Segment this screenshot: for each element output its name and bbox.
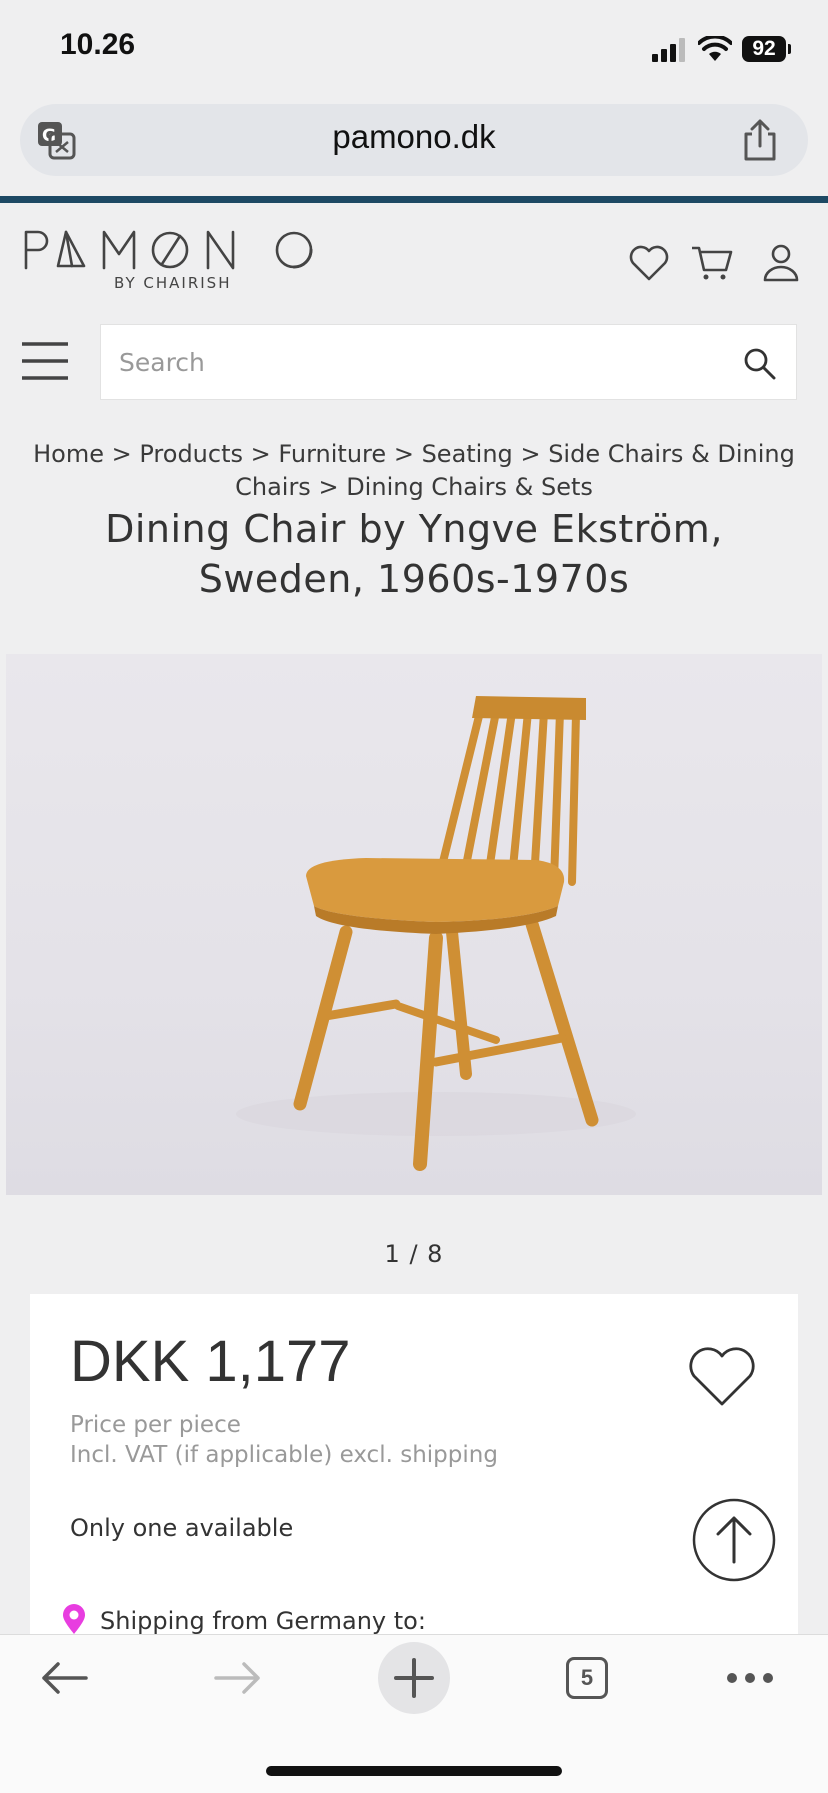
- image-counter: 1 / 8: [384, 1240, 444, 1268]
- breadcrumb-separator: >: [393, 440, 414, 468]
- wifi-icon: [698, 36, 732, 61]
- chair-image: [236, 696, 636, 1171]
- search-box[interactable]: [100, 324, 797, 400]
- breadcrumb-seating[interactable]: Seating: [422, 440, 513, 468]
- hamburger-menu-icon[interactable]: [20, 340, 70, 382]
- location-pin-icon: [63, 1604, 85, 1634]
- url-text[interactable]: pamono.dk: [0, 118, 828, 156]
- page-title: Dining Chair by Yngve Ekström, Sweden, 1…: [105, 507, 723, 601]
- breadcrumb-separator: >: [520, 440, 541, 468]
- search-icon[interactable]: [743, 347, 777, 381]
- favorite-heart-icon[interactable]: [686, 1344, 758, 1408]
- product-image[interactable]: [6, 654, 822, 1195]
- shipping-text: Shipping from Germany to:: [100, 1607, 426, 1635]
- breadcrumb-dining-chairs[interactable]: Dining Chairs & Sets: [346, 473, 593, 501]
- logo-subtitle: BY CHAIRISH: [114, 274, 232, 292]
- scroll-to-top-icon[interactable]: [692, 1498, 776, 1582]
- vat-note: Incl. VAT (if applicable) excl. shipping: [70, 1442, 498, 1468]
- price-per-piece-note: Price per piece: [70, 1412, 241, 1438]
- status-time: 10.26: [60, 28, 136, 61]
- more-options-icon[interactable]: [726, 1670, 774, 1686]
- accent-bar: [0, 196, 828, 203]
- forward-arrow-icon[interactable]: [214, 1660, 262, 1696]
- pamono-logo[interactable]: [22, 228, 318, 272]
- new-tab-icon[interactable]: [378, 1642, 450, 1714]
- cellular-signal-icon: [652, 38, 685, 62]
- breadcrumb-furniture[interactable]: Furniture: [278, 440, 386, 468]
- user-icon[interactable]: [762, 242, 800, 284]
- cart-icon[interactable]: [690, 242, 734, 282]
- breadcrumb-products[interactable]: Products: [139, 440, 243, 468]
- search-input[interactable]: [119, 325, 719, 399]
- back-arrow-icon[interactable]: [40, 1660, 88, 1696]
- breadcrumb: Home > Products > Furniture > Seating > …: [20, 438, 808, 504]
- breadcrumb-home[interactable]: Home: [33, 440, 104, 468]
- share-icon[interactable]: [742, 118, 778, 162]
- breadcrumb-separator: >: [250, 440, 271, 468]
- breadcrumb-separator: >: [111, 440, 132, 468]
- price: DKK 1,177: [70, 1329, 351, 1394]
- availability-text: Only one available: [70, 1514, 294, 1542]
- heart-icon[interactable]: [628, 244, 670, 282]
- home-indicator[interactable]: [266, 1766, 562, 1776]
- breadcrumb-separator: >: [318, 473, 339, 501]
- battery-icon: 92: [742, 36, 786, 62]
- battery-tip: [788, 44, 791, 54]
- tabs-button[interactable]: 5: [566, 1657, 608, 1699]
